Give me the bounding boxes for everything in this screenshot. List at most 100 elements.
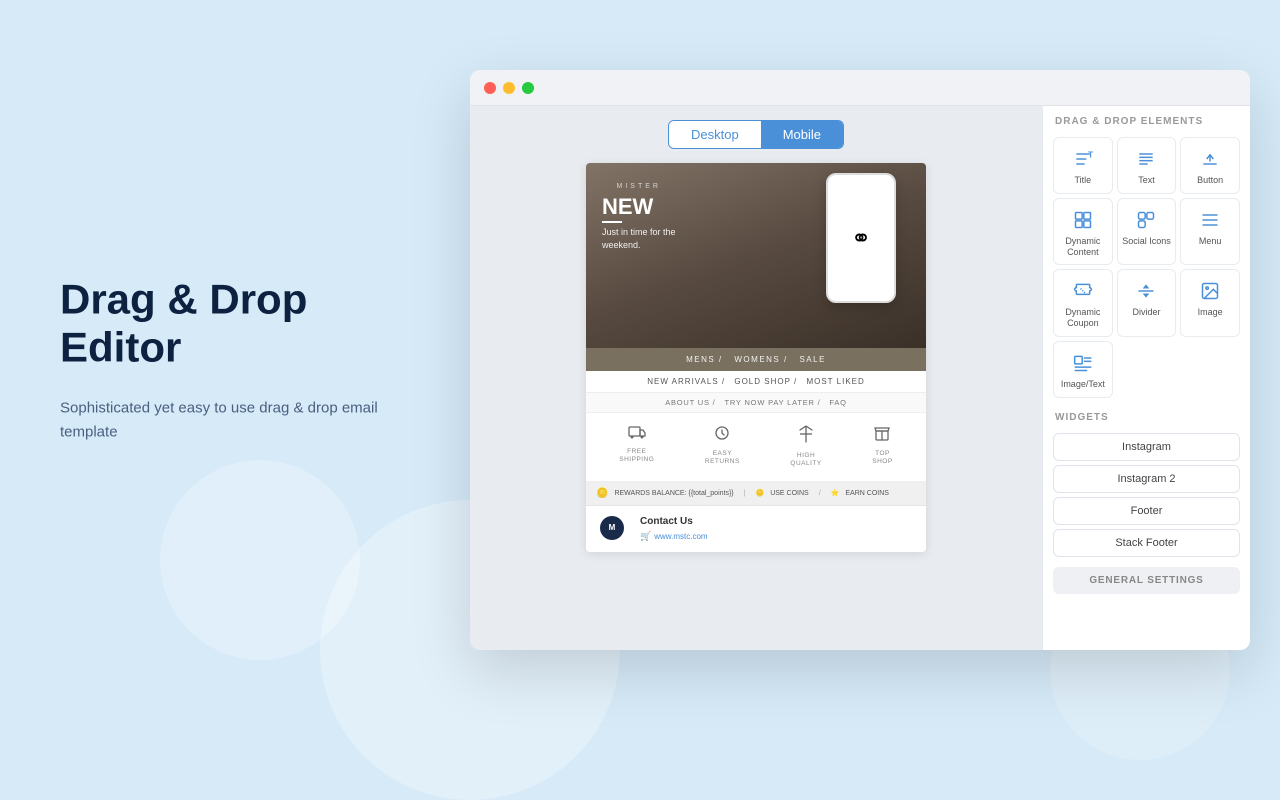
svg-text:T: T <box>1088 149 1093 159</box>
about-us-link[interactable]: ABOUT US / <box>665 398 715 407</box>
sub-nav: NEW ARRIVALS / GOLD SHOP / MOST LIKED <box>586 371 926 393</box>
menu-icon <box>1200 209 1220 231</box>
element-social-icons[interactable]: Social Icons <box>1117 198 1177 266</box>
footer-contact-right: Contact Us 🛒 www.mstc.com <box>640 516 912 542</box>
element-image[interactable]: Image <box>1180 269 1240 337</box>
browser-window: Desktop Mobile MISTER NEW Just in time f… <box>470 70 1250 650</box>
feature-high-quality: HIGHQUALITY <box>790 425 821 469</box>
element-social-icons-label: Social Icons <box>1122 236 1171 247</box>
footer-website-url: www.mstc.com <box>654 532 707 541</box>
element-dynamic-coupon[interactable]: Dynamic Coupon <box>1053 269 1113 337</box>
element-dynamic-content[interactable]: Dynamic Content <box>1053 198 1113 266</box>
feature-free-shipping: FREESHIPPING <box>619 425 654 469</box>
about-nav: ABOUT US / TRY NOW PAY LATER / FAQ <box>586 393 926 413</box>
bg-circle-2 <box>160 460 360 660</box>
sub-nav-gold-shop[interactable]: GOLD SHOP / <box>734 377 797 386</box>
phone-mockup: ⚭ <box>826 173 896 303</box>
text-icon <box>1136 148 1156 170</box>
desktop-view-button[interactable]: Desktop <box>669 121 761 148</box>
general-settings-button[interactable]: GENERAL SETTINGS <box>1053 567 1240 594</box>
nav-mens[interactable]: MENS / <box>686 355 723 364</box>
rewards-icon-3: ⭐ <box>831 489 840 497</box>
elements-grid: T Title Text <box>1043 133 1250 402</box>
browser-content: Desktop Mobile MISTER NEW Just in time f… <box>470 106 1250 650</box>
nav-womens[interactable]: WOMENS / <box>734 355 787 364</box>
element-text[interactable]: Text <box>1117 137 1177 194</box>
free-shipping-label: FREESHIPPING <box>619 448 654 465</box>
element-image-text[interactable]: Image/Text <box>1053 341 1113 398</box>
high-quality-label: HIGHQUALITY <box>790 452 821 469</box>
use-coins-text: USE COINS <box>770 490 809 497</box>
contact-title: Contact Us <box>640 516 912 527</box>
try-now-link[interactable]: TRY NOW PAY LATER / <box>724 398 820 407</box>
button-icon <box>1200 148 1220 170</box>
email-preview: MISTER NEW Just in time for theweekend. … <box>586 163 926 552</box>
rewards-balance-text: REWARDS BALANCE: {{total_points}} <box>614 490 733 497</box>
main-description: Sophisticated yet easy to use drag & dro… <box>60 396 380 444</box>
hero-logo: MISTER <box>617 183 661 190</box>
widget-instagram[interactable]: Instagram <box>1053 433 1240 461</box>
traffic-light-red[interactable] <box>484 82 496 94</box>
hero-subtitle: Just in time for theweekend. <box>602 226 676 251</box>
element-dynamic-coupon-label: Dynamic Coupon <box>1058 307 1108 329</box>
footer-logo: M <box>600 516 624 540</box>
image-text-icon <box>1073 352 1093 374</box>
hero-section: MISTER NEW Just in time for theweekend. … <box>586 163 926 348</box>
traffic-light-yellow[interactable] <box>503 82 515 94</box>
traffic-light-green[interactable] <box>522 82 534 94</box>
element-text-label: Text <box>1138 175 1155 186</box>
element-menu[interactable]: Menu <box>1180 198 1240 266</box>
feature-easy-returns: EASYRETURNS <box>705 425 740 469</box>
title-icon: T <box>1073 148 1093 170</box>
top-shop-label: TOPSHOP <box>872 450 892 467</box>
element-image-label: Image <box>1198 307 1223 318</box>
widgets-section: Instagram Instagram 2 Footer Stack Foote… <box>1043 429 1250 561</box>
cart-icon: 🛒 <box>640 531 651 542</box>
element-button[interactable]: Button <box>1180 137 1240 194</box>
sub-nav-most-liked[interactable]: MOST LIKED <box>806 377 864 386</box>
element-image-text-label: Image/Text <box>1061 379 1105 390</box>
nav-sale[interactable]: SALE <box>799 355 825 364</box>
dynamic-coupon-icon <box>1073 280 1093 302</box>
widget-footer[interactable]: Footer <box>1053 497 1240 525</box>
faq-link[interactable]: FAQ <box>829 398 846 407</box>
canvas-area: Desktop Mobile MISTER NEW Just in time f… <box>470 106 1042 650</box>
footer-contact: M Contact Us 🛒 www.mstc.com <box>586 506 926 552</box>
hero-line <box>602 221 622 223</box>
footer-logo-area: M <box>600 516 630 542</box>
elements-section-title: DRAG & DROP ELEMENTS <box>1043 106 1250 133</box>
element-button-label: Button <box>1197 175 1223 186</box>
image-icon <box>1200 280 1220 302</box>
element-title-label: Title <box>1074 175 1091 186</box>
hero-new-label: NEW <box>602 196 676 218</box>
rewards-icon: 🪙 <box>596 488 608 499</box>
element-divider-label: Divider <box>1132 307 1160 318</box>
footer-website-link[interactable]: 🛒 www.mstc.com <box>640 531 912 542</box>
element-menu-label: Menu <box>1199 236 1222 247</box>
widgets-section-title: WIDGETS <box>1043 402 1250 429</box>
divider-icon <box>1136 280 1156 302</box>
widget-instagram-2[interactable]: Instagram 2 <box>1053 465 1240 493</box>
element-dynamic-content-label: Dynamic Content <box>1058 236 1108 258</box>
hero-logo-icon: MISTER <box>602 183 676 190</box>
mobile-view-button[interactable]: Mobile <box>761 121 843 148</box>
hero-text: MISTER NEW Just in time for theweekend. <box>602 183 676 251</box>
easy-returns-label: EASYRETURNS <box>705 450 740 467</box>
rewards-bar: 🪙 REWARDS BALANCE: {{total_points}} | 🪙 … <box>586 482 926 506</box>
right-panel: DRAG & DROP ELEMENTS T Title <box>1042 106 1250 650</box>
element-divider[interactable]: Divider <box>1117 269 1177 337</box>
bracelet-icon: ⚭ <box>851 224 871 253</box>
view-toggle: Desktop Mobile <box>668 120 844 149</box>
features-row: FREESHIPPING EASYRETURNS <box>586 413 926 482</box>
free-shipping-icon <box>628 425 646 444</box>
top-shop-icon <box>874 425 890 446</box>
sub-nav-new-arrivals[interactable]: NEW ARRIVALS / <box>647 377 725 386</box>
dynamic-content-icon <box>1073 209 1093 231</box>
left-panel: Drag & Drop Editor Sophisticated yet eas… <box>60 276 380 445</box>
feature-top-shop: TOPSHOP <box>872 425 892 469</box>
main-heading: Drag & Drop Editor <box>60 276 380 373</box>
widget-stack-footer[interactable]: Stack Footer <box>1053 529 1240 557</box>
easy-returns-icon <box>714 425 730 446</box>
element-title[interactable]: T Title <box>1053 137 1113 194</box>
main-nav: MENS / WOMENS / SALE <box>586 348 926 371</box>
